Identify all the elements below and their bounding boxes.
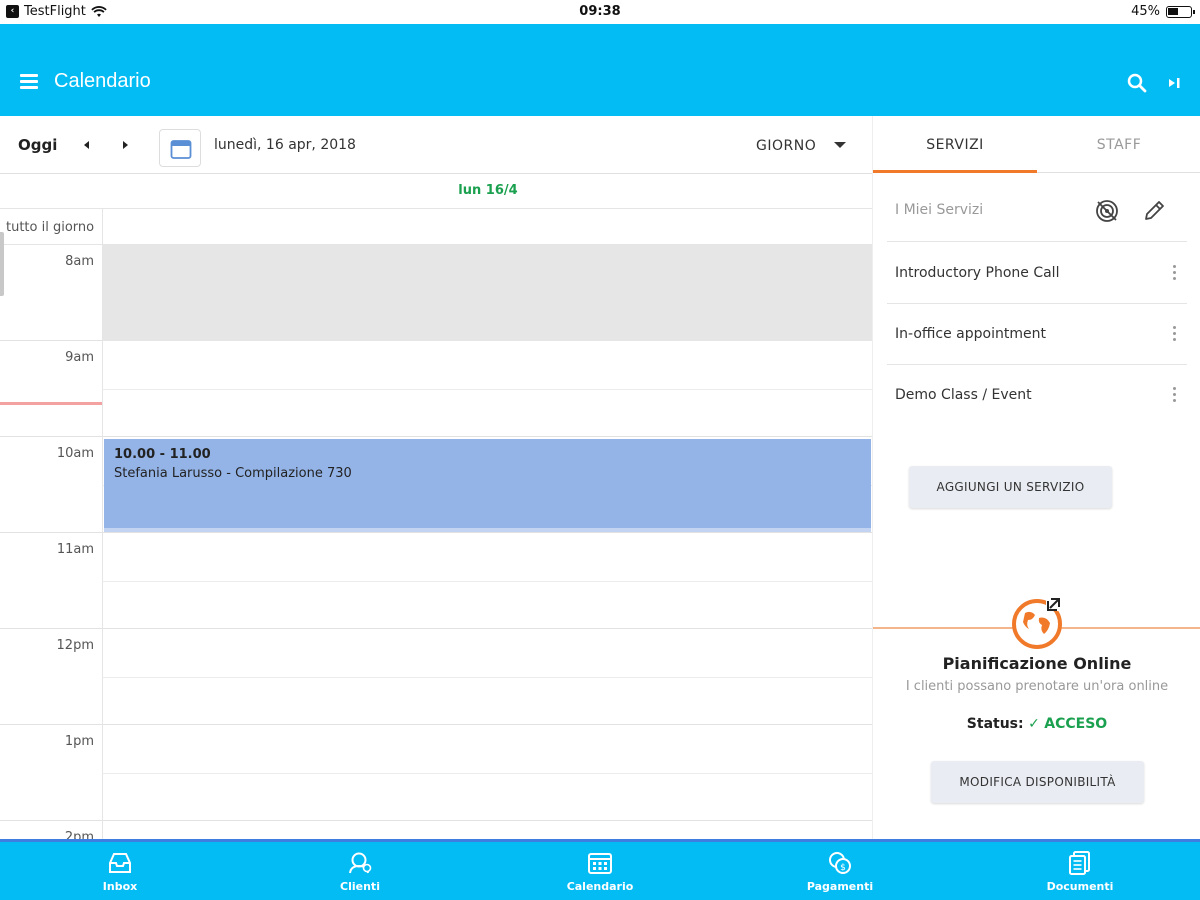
- more-options-icon[interactable]: [1173, 387, 1177, 403]
- client-icon: [349, 852, 372, 874]
- hour-label: 2pm: [64, 830, 94, 839]
- more-options-icon[interactable]: [1173, 265, 1177, 281]
- bottom-nav: Inbox Clienti Calendario $ Pagamenti Doc…: [0, 842, 1200, 900]
- status-time: 09:38: [579, 4, 621, 19]
- previous-day-icon[interactable]: [80, 138, 94, 152]
- service-name: Demo Class / Event: [895, 387, 1032, 403]
- status-value: ACCESO: [1044, 716, 1108, 732]
- day-column-header: lun 16/4: [458, 183, 518, 198]
- service-item[interactable]: Demo Class / Event: [887, 365, 1187, 426]
- battery-percent: 45%: [1131, 4, 1160, 19]
- nav-calendario[interactable]: Calendario: [480, 842, 720, 900]
- nav-label: Documenti: [1046, 880, 1114, 893]
- half-hour-line: [102, 581, 872, 582]
- calendar-icon: [170, 140, 192, 159]
- half-hour-line: [102, 389, 872, 390]
- globe-icon[interactable]: [1009, 596, 1065, 652]
- hour-label: 11am: [56, 542, 94, 557]
- nav-label: Calendario: [566, 880, 634, 893]
- service-name: In-office appointment: [895, 326, 1046, 342]
- hour-row: 11am: [0, 533, 872, 629]
- hour-row: 1pm: [0, 725, 872, 821]
- online-booking-title: Pianificazione Online: [942, 654, 1132, 673]
- status-label: Status:: [966, 716, 1024, 732]
- service-item[interactable]: Introductory Phone Call: [887, 243, 1187, 304]
- nav-label: Clienti: [340, 880, 380, 893]
- view-mode-select[interactable]: GIORNO: [756, 138, 816, 154]
- unavailable-block: [103, 245, 872, 341]
- online-booking-subtitle: I clienti possano prenotare un'ora onlin…: [905, 679, 1169, 694]
- calendar-icon: [588, 853, 612, 874]
- hour-label: 10am: [56, 446, 94, 461]
- event-time: 10.00 - 11.00: [114, 447, 211, 462]
- hour-label: 9am: [65, 350, 94, 365]
- hour-row: 8am: [0, 245, 872, 341]
- hour-row: 12pm: [0, 629, 872, 725]
- date-picker-button[interactable]: [159, 129, 201, 167]
- services-panel: SERVIZI STAFF I Miei Servizi Introductor…: [872, 116, 1200, 840]
- hour-label: 12pm: [56, 638, 94, 653]
- add-service-button[interactable]: AGGIUNGI UN SERVIZIO: [909, 466, 1112, 508]
- nav-label: Pagamenti: [806, 880, 874, 893]
- nav-pagamenti[interactable]: $ Pagamenti: [720, 842, 960, 900]
- online-status: Status: ✓ ACCESO: [873, 716, 1200, 732]
- current-date-label: lunedì, 16 apr, 2018: [214, 137, 356, 153]
- status-bar: ‹ TestFlight 09:38 45%: [0, 0, 1200, 24]
- edit-availability-button[interactable]: MODIFICA DISPONIBILITÀ: [931, 761, 1144, 803]
- nav-inbox[interactable]: Inbox: [0, 842, 240, 900]
- event-title: Stefania Larusso - Compilazione 730: [114, 466, 352, 481]
- app-header: Calendario: [0, 24, 1200, 116]
- time-grid: 8am 9am 10am 11am 12pm 1pm 2pm 10.00 - 1…: [0, 245, 872, 839]
- nav-documenti[interactable]: Documenti: [960, 842, 1200, 900]
- hour-label: 1pm: [64, 734, 94, 749]
- check-icon: ✓: [1028, 716, 1040, 732]
- current-time-indicator: [0, 402, 102, 405]
- documents-icon: [1069, 851, 1090, 875]
- chevron-down-icon[interactable]: [834, 142, 846, 148]
- battery-icon: [1166, 5, 1195, 18]
- status-right: 45%: [1131, 4, 1195, 19]
- logout-icon[interactable]: [1166, 75, 1182, 91]
- service-name: Introductory Phone Call: [895, 265, 1060, 281]
- today-button[interactable]: Oggi: [18, 136, 57, 154]
- calendar-toolbar: Oggi lunedì, 16 apr, 2018 GIORNO: [0, 116, 872, 174]
- target-icon[interactable]: [1094, 198, 1120, 224]
- all-day-cell[interactable]: [102, 209, 872, 245]
- inbox-icon: [109, 853, 131, 873]
- all-day-label: tutto il giorno: [6, 220, 95, 235]
- next-day-icon[interactable]: [118, 138, 132, 152]
- calendar-event[interactable]: 10.00 - 11.00 Stefania Larusso - Compila…: [104, 439, 871, 532]
- nav-label: Inbox: [102, 880, 138, 893]
- tab-servizi[interactable]: SERVIZI: [873, 116, 1037, 173]
- half-hour-line: [102, 773, 872, 774]
- service-item[interactable]: In-office appointment: [887, 304, 1187, 365]
- tab-staff[interactable]: STAFF: [1037, 116, 1200, 173]
- services-header: I Miei Servizi: [887, 182, 1187, 242]
- more-options-icon[interactable]: [1173, 326, 1177, 342]
- search-icon[interactable]: [1127, 73, 1147, 93]
- hour-row: 2pm: [0, 821, 872, 839]
- hour-label: 8am: [65, 254, 94, 269]
- hour-row: 9am: [0, 341, 872, 437]
- page-title: Calendario: [54, 70, 151, 92]
- pencil-icon[interactable]: [1141, 198, 1167, 224]
- half-hour-line: [102, 677, 872, 678]
- nav-clienti[interactable]: Clienti: [240, 842, 480, 900]
- menu-icon[interactable]: [20, 74, 38, 90]
- services-title: I Miei Servizi: [895, 202, 984, 218]
- all-day-row: tutto il giorno: [0, 208, 872, 245]
- panel-tabs: SERVIZI STAFF: [873, 116, 1200, 173]
- svg-text:$: $: [840, 863, 846, 873]
- time-slot[interactable]: [102, 821, 872, 839]
- coins-icon: $: [829, 852, 851, 874]
